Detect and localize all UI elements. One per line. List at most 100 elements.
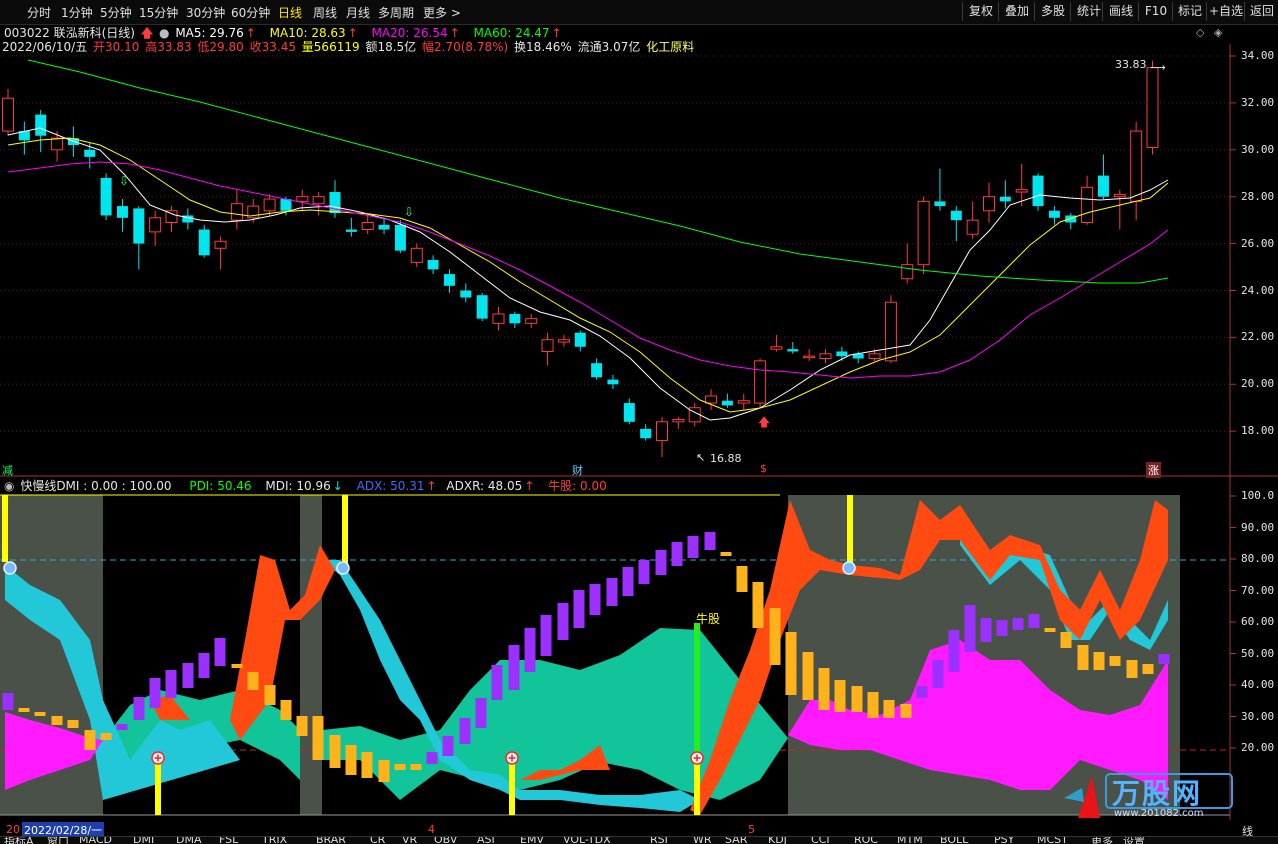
indicator-settings-icon[interactable]: ◉	[4, 479, 14, 493]
candle-body	[51, 137, 64, 151]
dmi-bar	[769, 608, 781, 665]
signal-line	[847, 495, 853, 565]
dmi-bar	[214, 638, 226, 666]
candle-body	[280, 199, 292, 211]
candle-body	[2, 97, 14, 132]
candle-body	[868, 353, 881, 360]
candle-body	[345, 229, 357, 232]
candle-body	[1146, 67, 1159, 148]
dmi-bar	[426, 752, 438, 764]
moving-average-line	[7, 127, 1169, 421]
signal-line	[694, 760, 700, 815]
candle-body	[541, 339, 554, 352]
dmi-bar	[622, 567, 634, 596]
indicator-axis-label: 30.00	[1241, 709, 1275, 723]
candle-body	[917, 200, 930, 266]
price-axis-label: 30.00	[1241, 142, 1275, 156]
dmi-bar	[655, 550, 667, 575]
candle-body	[149, 217, 162, 233]
niugu-signal-line	[694, 623, 700, 758]
dmi-bar	[1012, 618, 1024, 630]
reduce-marker[interactable]: 减	[2, 462, 13, 478]
candle-body	[836, 351, 848, 357]
candle-body	[787, 349, 799, 352]
dmi-bar	[752, 582, 764, 628]
candle-body	[999, 196, 1011, 202]
dmi-bar	[687, 536, 699, 558]
candle-body	[460, 290, 472, 298]
price-axis-label: 24.00	[1241, 283, 1275, 297]
dmi-bar	[198, 653, 210, 678]
low-arrow-icon: ↖	[696, 451, 706, 464]
finance-marker[interactable]: 财	[572, 462, 583, 478]
dmi-bar	[182, 663, 194, 688]
dmi-bar	[67, 720, 79, 728]
dmi-bar	[100, 733, 112, 740]
candle-body	[591, 363, 603, 378]
dmi-bar	[883, 700, 895, 718]
candle-body	[296, 196, 309, 202]
candle-body	[84, 149, 96, 157]
dmi-bar	[34, 712, 46, 716]
dmi-bar	[916, 686, 928, 698]
dividend-marker[interactable]: $	[760, 462, 767, 475]
dmi-bar	[1028, 614, 1040, 628]
candle-body	[737, 400, 750, 404]
candle-body	[1130, 130, 1143, 202]
low-price-mark: 16.88	[710, 452, 742, 465]
dmi-bar	[964, 605, 976, 652]
trend-zone-background	[300, 495, 322, 815]
signal-line	[509, 760, 515, 815]
ball-marker-icon	[842, 561, 856, 575]
indicator-axis-label: 70.00	[1241, 583, 1275, 597]
dmi-bar	[785, 632, 797, 695]
up-arrow-icon: ↑	[426, 479, 437, 493]
candlestick-series: ⇩ ⇩ 🡅	[2, 60, 1159, 457]
dmi-bar	[802, 652, 814, 700]
candle-body	[1113, 193, 1126, 198]
dmi-bar	[573, 590, 585, 628]
rise-marker[interactable]: 涨	[1146, 462, 1161, 478]
high-price-mark: 33.83	[1115, 58, 1147, 71]
chart-canvas[interactable]: ⇩ ⇩ 🡅	[0, 0, 1278, 843]
price-axis-label: 32.00	[1241, 95, 1275, 109]
dmi-bar	[704, 532, 716, 550]
dmi-bar	[491, 665, 503, 700]
candle-body	[1048, 210, 1060, 218]
dmi-bar	[165, 670, 177, 698]
dmi-bar	[900, 704, 912, 718]
candle-body	[672, 418, 685, 423]
signal-arrow-icon: ⇩	[119, 174, 129, 188]
candle-body	[623, 403, 635, 422]
watermark-mark	[1064, 788, 1084, 802]
price-axis-label: 18.00	[1241, 424, 1275, 438]
dmi-bar	[2, 693, 14, 710]
signal-line	[155, 760, 161, 815]
dmi-bar	[638, 560, 650, 584]
candle-body	[1081, 186, 1094, 223]
indicator-axis-label: 90.00	[1241, 520, 1275, 534]
candle-body	[983, 196, 995, 212]
mdi-value: MDI: 10.96	[265, 479, 331, 493]
watermark-logo: 万股网 www.201082.com	[1060, 768, 1240, 822]
dmi-bar	[149, 678, 161, 708]
dmi-bar	[264, 685, 276, 705]
dmi-bar	[1158, 654, 1170, 664]
candle-body	[509, 313, 521, 324]
dmi-bar	[557, 603, 569, 640]
dmi-bar	[524, 628, 536, 672]
dmi-bar	[1126, 660, 1138, 678]
dmi-bar	[18, 708, 30, 712]
dmi-bar	[818, 668, 830, 710]
candle-body	[100, 177, 112, 216]
dmi-bar	[116, 724, 128, 730]
ball-marker-icon	[3, 561, 17, 575]
candle-body	[361, 221, 374, 231]
indicator-axis-label: 40.00	[1241, 678, 1275, 691]
candle-body	[116, 206, 128, 218]
candle-body	[443, 274, 455, 286]
dmi-bar	[1077, 645, 1089, 670]
dmi-bar	[851, 686, 863, 712]
signal-arrow-icon: 🡅	[758, 415, 770, 429]
candle-body	[1065, 215, 1077, 223]
